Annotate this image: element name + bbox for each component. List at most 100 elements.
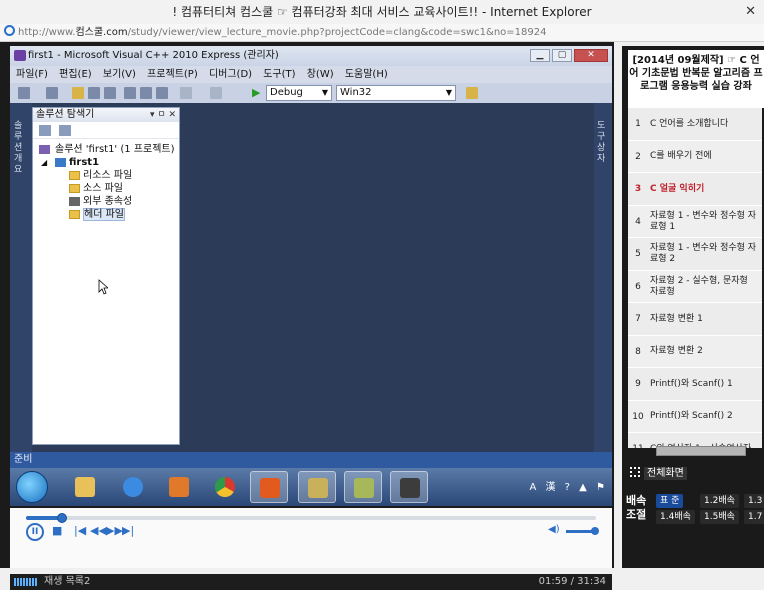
lesson-title: 자료형 변환 2 bbox=[650, 346, 703, 356]
config-select[interactable]: Debug ▼ bbox=[266, 85, 332, 101]
start-button[interactable] bbox=[16, 471, 48, 503]
menu-help[interactable]: 도움말(H) bbox=[345, 69, 388, 80]
address-bar[interactable]: http://www.컴스쿨.com/study/viewer/view_lec… bbox=[0, 24, 764, 42]
save-all-icon[interactable] bbox=[104, 87, 116, 99]
properties-icon[interactable] bbox=[39, 125, 51, 136]
show-all-files-icon[interactable] bbox=[59, 125, 71, 136]
recorder-taskbar-button[interactable] bbox=[250, 471, 288, 503]
chevron-down-icon: ▼ bbox=[321, 88, 328, 97]
menu-file[interactable]: 파일(F) bbox=[16, 69, 48, 80]
volume-handle[interactable] bbox=[591, 527, 599, 535]
stop-icon[interactable]: ■ bbox=[52, 524, 62, 537]
tree-folder-sources[interactable]: 소스 파일 bbox=[33, 182, 179, 195]
menu-project[interactable]: 프로젝트(P) bbox=[147, 69, 198, 80]
fast-forward-icon[interactable]: ▶▶ bbox=[106, 524, 123, 537]
fullscreen-label: 전체화면 bbox=[644, 467, 687, 480]
platform-select[interactable]: Win32 ▼ bbox=[336, 85, 456, 101]
menu-view[interactable]: 보기(V) bbox=[103, 69, 136, 80]
video-screen[interactable]: first1 - Microsoft Visual C++ 2010 Expre… bbox=[10, 46, 612, 506]
lesson-item[interactable]: 7 자료형 변환 1 bbox=[628, 303, 762, 336]
tree-folder-external[interactable]: 외부 종속성 bbox=[33, 195, 179, 208]
tree-project[interactable]: ◢ first1 bbox=[33, 156, 179, 169]
mouse-cursor-icon bbox=[98, 279, 108, 295]
lesson-list: 1 C 언어를 소개합니다 2 C를 배우기 전에 3 C 얼굴 익히기 4 자료형 1 - … bbox=[628, 108, 762, 448]
speed-option[interactable]: 1.2배속 bbox=[700, 494, 739, 508]
chrome-taskbar-button[interactable] bbox=[206, 471, 244, 503]
folder-icon bbox=[69, 210, 80, 219]
tree-folder-resources[interactable]: 리소스 파일 bbox=[33, 169, 179, 182]
app-taskbar-button[interactable] bbox=[344, 471, 382, 503]
next-icon[interactable]: ▶| bbox=[122, 524, 134, 537]
video-player[interactable]: first1 - Microsoft Visual C++ 2010 Expre… bbox=[0, 42, 614, 590]
lesson-title: 자료형 1 - 변수와 정수형 자료형 2 bbox=[650, 243, 757, 264]
speed-option[interactable]: 1.4배속 bbox=[656, 510, 695, 524]
menu-window[interactable]: 창(W) bbox=[307, 69, 334, 80]
copy-icon[interactable] bbox=[140, 87, 152, 99]
volume-slider[interactable] bbox=[566, 527, 599, 535]
panel-controls[interactable]: ▾ ㅁ ✕ bbox=[150, 108, 176, 122]
undo-icon[interactable] bbox=[180, 87, 192, 99]
vs-logo-icon bbox=[14, 50, 26, 61]
ie-taskbar-button[interactable] bbox=[114, 471, 152, 503]
lesson-item[interactable]: 1 C 언어를 소개합니다 bbox=[628, 108, 762, 141]
lesson-title: C 언어를 소개합니다 bbox=[650, 118, 729, 129]
menu-debug[interactable]: 디버그(D) bbox=[209, 69, 252, 80]
lesson-item[interactable]: 6 자료형 2 - 실수형, 문자형 자료형 bbox=[628, 270, 762, 303]
open-file-icon[interactable] bbox=[72, 87, 84, 99]
tree-solution[interactable]: 솔루션 'first1' (1 프로젝트) bbox=[33, 143, 179, 156]
solution-explorer-toolbar bbox=[33, 122, 179, 139]
add-item-icon[interactable] bbox=[46, 87, 58, 99]
cut-icon[interactable] bbox=[124, 87, 136, 99]
lesson-item[interactable]: 2 C를 배우기 전에 bbox=[628, 140, 762, 173]
project-icon bbox=[55, 158, 66, 167]
start-debug-icon[interactable]: ▶ bbox=[252, 86, 260, 99]
pause-button[interactable]: II bbox=[26, 523, 44, 541]
lesson-item[interactable]: 5 자료형 1 - 변수와 정수형 자료형 2 bbox=[628, 238, 762, 271]
vs-menu-bar: 파일(F) 편집(E) 보기(V) 프로젝트(P) 디버그(D) 도구(T) 창… bbox=[10, 66, 612, 83]
rewind-icon[interactable]: ◀◀ bbox=[90, 524, 107, 537]
playback-time: 01:59 / 31:34 bbox=[538, 576, 606, 587]
collapse-icon[interactable]: ◢ bbox=[41, 156, 47, 169]
media-taskbar-button[interactable] bbox=[160, 471, 198, 503]
lesson-item[interactable]: 8 자료형 변환 2 bbox=[628, 335, 762, 368]
solution-outline-tab[interactable]: 솔루션 개요 bbox=[10, 103, 32, 452]
redo-icon[interactable] bbox=[210, 87, 222, 99]
menu-edit[interactable]: 편집(E) bbox=[59, 69, 92, 80]
windows-taskbar: A 漢 ? ▲ ⚑ bbox=[10, 468, 612, 506]
explorer-taskbar-button[interactable] bbox=[66, 471, 104, 503]
solution-explorer-title: 솔루션 탐색기 bbox=[36, 109, 95, 120]
vs-status-bar: 준비 bbox=[10, 452, 612, 468]
seek-handle[interactable] bbox=[56, 513, 67, 523]
platform-value: Win32 bbox=[340, 87, 372, 98]
lesson-list-scrollbar[interactable] bbox=[656, 446, 746, 456]
close-icon[interactable]: ✕ bbox=[745, 0, 756, 24]
lesson-item[interactable]: 4 자료형 1 - 변수와 정수형 자료형 1 bbox=[628, 205, 762, 238]
seek-bar[interactable] bbox=[26, 513, 596, 523]
solution-explorer-header: 솔루션 탐색기 ▾ ㅁ ✕ bbox=[33, 108, 179, 122]
paste-icon[interactable] bbox=[156, 87, 168, 99]
camera-taskbar-button[interactable] bbox=[390, 471, 428, 503]
speed-option[interactable]: 표 준 bbox=[656, 494, 684, 508]
close-icon[interactable]: ✕ bbox=[574, 49, 608, 62]
find-icon[interactable] bbox=[466, 87, 478, 99]
lesson-item[interactable]: 9 Printf()와 Scanf() 1 bbox=[628, 368, 762, 401]
speed-option[interactable]: 1.3 bbox=[744, 494, 764, 508]
previous-icon[interactable]: |◀ bbox=[74, 524, 86, 537]
lesson-item[interactable]: 10 Printf()와 Scanf() 2 bbox=[628, 400, 762, 433]
vs-taskbar-button[interactable] bbox=[298, 471, 336, 503]
speed-option[interactable]: 1.5배속 bbox=[700, 510, 739, 524]
toolbox-tab[interactable]: 도구 상자 bbox=[594, 103, 612, 452]
lesson-item[interactable]: 3 C 얼굴 익히기 bbox=[628, 173, 762, 206]
menu-tools[interactable]: 도구(T) bbox=[263, 69, 295, 80]
volume-icon[interactable]: ◀) bbox=[548, 524, 560, 535]
maximize-icon[interactable]: ▢ bbox=[552, 49, 572, 62]
system-tray[interactable]: A 漢 ? ▲ ⚑ bbox=[529, 478, 608, 493]
new-project-icon[interactable] bbox=[18, 87, 30, 99]
lesson-number: 3 bbox=[634, 184, 642, 194]
fullscreen-button[interactable]: 전체화면 bbox=[630, 466, 694, 482]
minimize-icon[interactable]: ▁ bbox=[530, 49, 550, 62]
save-icon[interactable] bbox=[88, 87, 100, 99]
playlist-label[interactable]: 재생 목록2 bbox=[44, 574, 90, 590]
speed-option[interactable]: 1.7 bbox=[744, 510, 764, 524]
tree-folder-headers[interactable]: 헤더 파일 bbox=[33, 208, 179, 221]
